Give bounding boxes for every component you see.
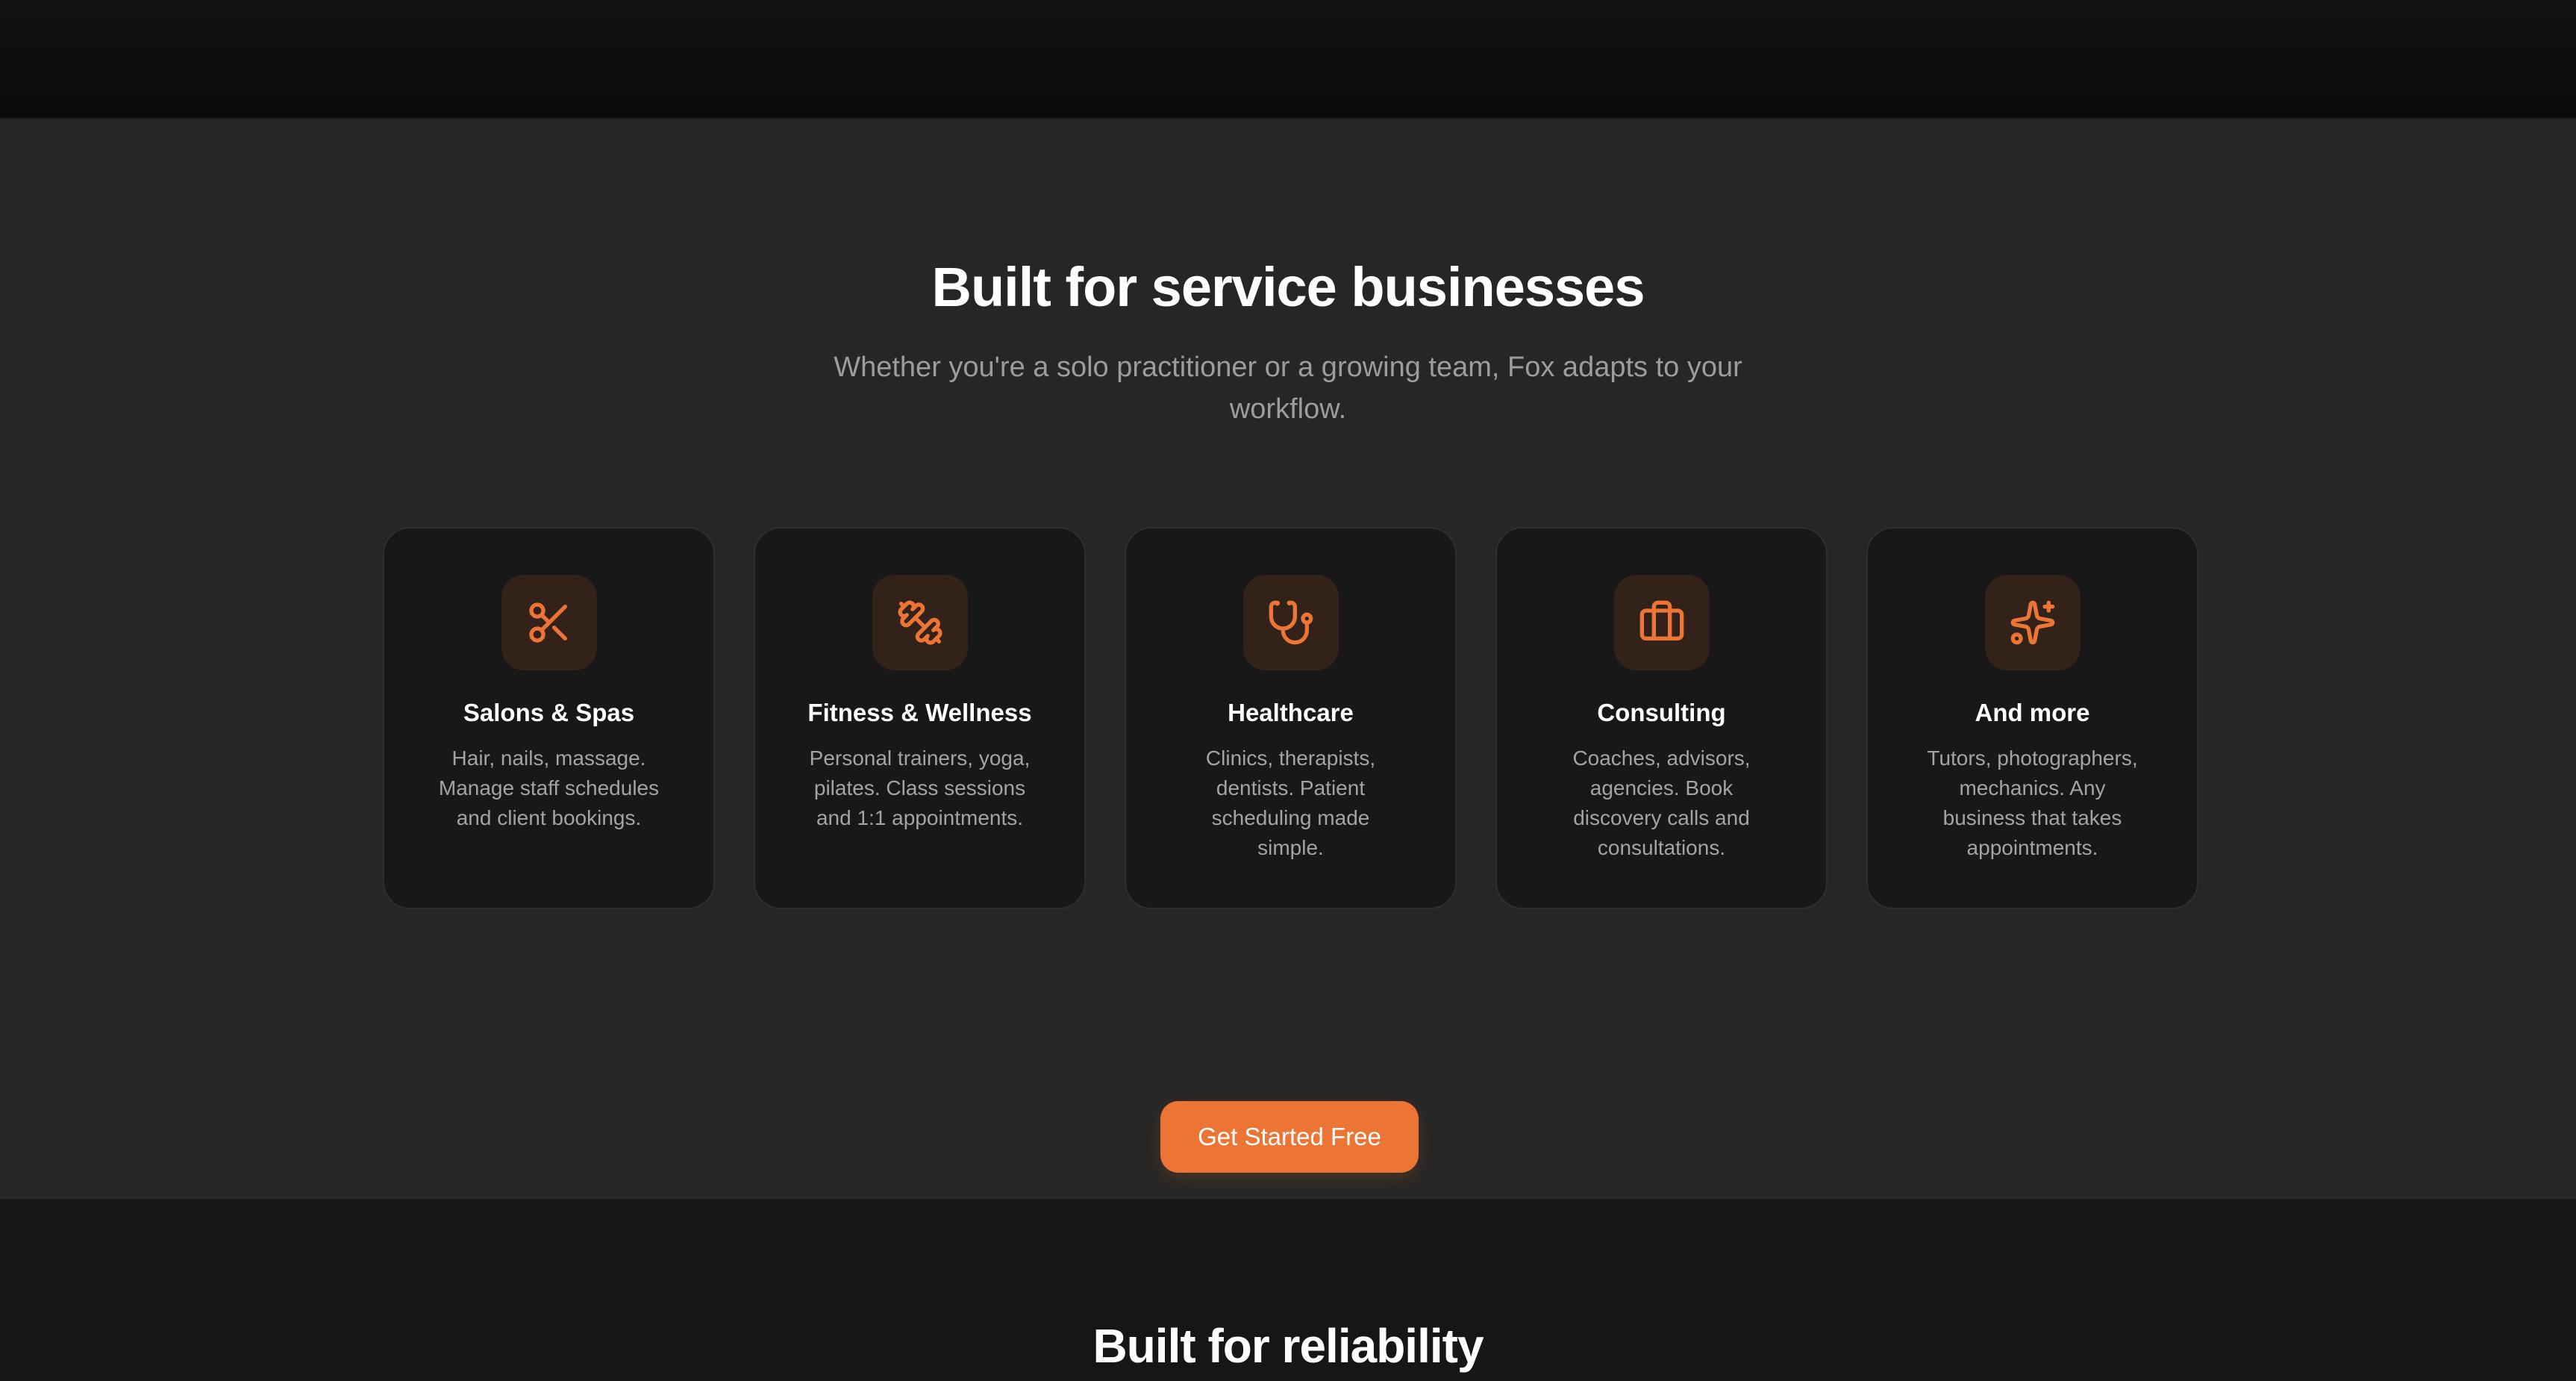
card-healthcare: Healthcare Clinics, therapists, dentists… bbox=[1125, 527, 1457, 909]
section-subheading: Whether you're a solo practitioner or a … bbox=[834, 352, 1742, 425]
service-businesses-section: Built for service businesses Whether you… bbox=[0, 119, 2576, 1197]
card-salons-spas: Salons & Spas Hair, nails, massage. Mana… bbox=[383, 527, 715, 909]
card-description: Tutors, photographers, mechanics. Any bu… bbox=[1927, 746, 2138, 859]
card-description: Personal trainers, yoga, pilates. Class … bbox=[809, 746, 1031, 829]
card-description: Hair, nails, massage. Manage staff sched… bbox=[438, 746, 660, 829]
card-consulting: Consulting Coaches, advisors, agencies. … bbox=[1495, 527, 1828, 909]
card-description: Clinics, therapists, dentists. Patient s… bbox=[1205, 746, 1376, 859]
reliability-section: Built for reliability bbox=[0, 1197, 2576, 1381]
card-and-more: And more Tutors, photographers, mechanic… bbox=[1866, 527, 2198, 909]
section-heading: Built for service businesses bbox=[931, 256, 1645, 318]
card-title: Healthcare bbox=[1228, 699, 1354, 726]
card-description: Coaches, advisors, agencies. Book discov… bbox=[1572, 746, 1751, 859]
card-title: Salons & Spas bbox=[463, 699, 635, 726]
card-title: Consulting bbox=[1597, 699, 1726, 726]
get-started-button[interactable]: Get Started Free bbox=[1160, 1101, 1419, 1173]
briefcase-icon bbox=[1613, 575, 1710, 670]
top-header-band bbox=[0, 0, 2576, 119]
card-title: And more bbox=[1975, 699, 2090, 726]
dumbbell-icon bbox=[872, 575, 968, 670]
scissors-icon bbox=[501, 575, 597, 670]
stethoscope-icon bbox=[1242, 575, 1339, 670]
card-fitness-wellness: Fitness & Wellness Personal trainers, yo… bbox=[754, 527, 1086, 909]
reliability-heading: Built for reliability bbox=[1092, 1319, 1484, 1373]
industry-cards: Salons & Spas Hair, nails, massage. Mana… bbox=[383, 527, 2198, 909]
sparkles-icon bbox=[1984, 575, 2081, 670]
card-title: Fitness & Wellness bbox=[807, 699, 1032, 726]
